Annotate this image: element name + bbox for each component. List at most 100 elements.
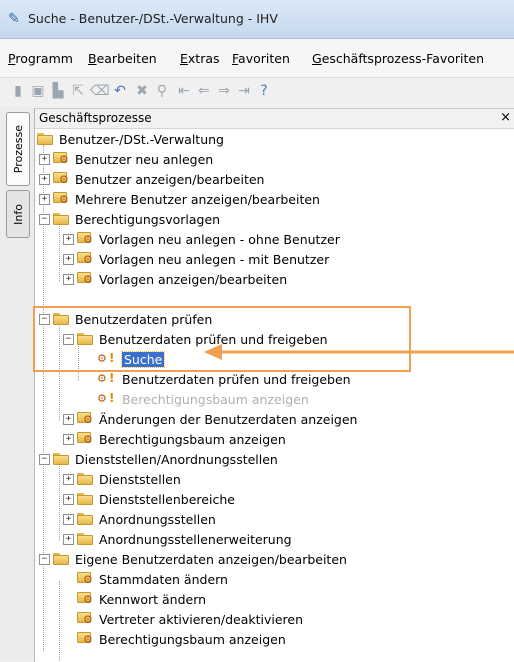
process-step-icon: ⚙! — [97, 351, 115, 365]
tree-node[interactable]: + Vorlagen neu anlegen - mit Benutzer — [63, 249, 329, 269]
forward-icon[interactable]: ⇒ — [216, 83, 232, 99]
tree-label: Berechtigungsbaum anzeigen — [99, 631, 286, 647]
search-icon[interactable]: ⚲ — [154, 83, 170, 99]
menu-bearbeiten[interactable]: Bearbeiten — [88, 51, 157, 66]
tree-node[interactable]: − Benutzerdaten prüfen und freigeben — [63, 329, 328, 349]
tree-label: Benutzer neu anlegen — [75, 151, 214, 167]
clear-icon[interactable]: ⌫ — [90, 83, 110, 99]
expand-icon[interactable]: + — [39, 173, 50, 185]
tree-node[interactable]: + Benutzer neu anlegen — [39, 149, 213, 169]
tree-label: Benutzerdaten prüfen und freigeben — [122, 371, 351, 387]
tree-node[interactable]: + Vorlagen neu anlegen - ohne Benutzer — [63, 229, 340, 249]
tree-label: Berechtigungsbaum anzeigen — [99, 431, 286, 447]
tree-node[interactable]: + Berechtigungsbaum anzeigen — [63, 429, 286, 449]
tree-node[interactable]: + Mehrere Benutzer anzeigen/bearbeiten — [39, 189, 320, 209]
process-step-icon: ⚙! — [97, 371, 115, 385]
tree-label: Vorlagen anzeigen/bearbeiten — [99, 271, 288, 287]
folder-icon — [77, 513, 94, 525]
menu-favoriten[interactable]: Favoriten — [232, 51, 290, 66]
menu-extras[interactable]: Extras — [180, 51, 220, 66]
tree-label: Dienststellen — [99, 471, 181, 487]
tab-prozesse[interactable]: Prozesse — [6, 112, 30, 186]
title-bar: ✎ Suche - Benutzer-/DSt.-Verwaltung - IH… — [0, 0, 514, 39]
delete-icon[interactable]: ✖ — [134, 83, 150, 99]
tree-label: Benutzer anzeigen/bearbeiten — [75, 171, 265, 187]
tree-label: Anordnungsstellenerweiterung — [99, 531, 292, 547]
tree-node[interactable]: Vertreter aktivieren/deaktivieren — [77, 609, 303, 629]
tree-node[interactable]: + Benutzer anzeigen/bearbeiten — [39, 169, 264, 189]
last-icon[interactable]: ⇥ — [236, 83, 252, 99]
back-icon[interactable]: ⇐ — [196, 83, 212, 99]
tree-node[interactable]: + Dienststellen — [63, 469, 181, 489]
process-folder-icon — [53, 152, 70, 166]
tree-node[interactable]: Kennwort ändern — [77, 589, 206, 609]
first-icon[interactable]: ⇤ — [176, 83, 192, 99]
tree-label: Kennwort ändern — [99, 591, 207, 607]
export-icon[interactable]: ⇱ — [70, 83, 86, 99]
process-folder-icon — [77, 632, 94, 646]
tree-label: Vorlagen neu anlegen - mit Benutzer — [99, 251, 330, 267]
new-icon[interactable]: ▮ — [10, 83, 26, 99]
panel-title: Geschäftsprozesse — [39, 111, 152, 125]
save-icon[interactable]: ▣ — [30, 83, 46, 99]
close-icon[interactable]: × — [500, 110, 511, 125]
tree-node-selected[interactable]: ⚙! Suche — [97, 349, 166, 369]
tree-label: Dienststellenbereiche — [99, 491, 235, 507]
collapse-icon[interactable]: − — [39, 553, 50, 565]
folder-open-icon — [53, 213, 70, 225]
tree-label: Benutzerdaten prüfen — [75, 311, 213, 327]
tree-node[interactable]: ⚙! Berechtigungsbaum anzeigen — [97, 389, 309, 409]
panel-header: Geschäftsprozesse × — [35, 109, 514, 129]
collapse-icon[interactable]: − — [39, 213, 50, 225]
tree-node[interactable]: − Berechtigungsvorlagen — [39, 209, 220, 229]
expand-icon[interactable]: + — [63, 233, 74, 245]
tree-label: Mehrere Benutzer anzeigen/bearbeiten — [75, 191, 320, 207]
expand-icon[interactable]: + — [39, 153, 50, 165]
tree-node[interactable]: + Anordnungsstellen — [63, 509, 216, 529]
collapse-icon[interactable]: − — [39, 453, 50, 465]
expand-icon[interactable]: + — [63, 493, 74, 505]
tree-label: Dienststellen/Anordnungsstellen — [75, 451, 278, 467]
tree-node[interactable]: ⚙! Benutzerdaten prüfen und freigeben — [97, 369, 351, 389]
expand-icon[interactable]: + — [63, 433, 74, 445]
expand-icon[interactable]: + — [63, 513, 74, 525]
tab-info[interactable]: Info — [6, 190, 30, 238]
process-panel: Geschäftsprozesse × Benutzer-/DSt.-Verwa… — [34, 108, 514, 662]
expand-icon[interactable]: + — [63, 473, 74, 485]
collapse-icon[interactable]: − — [39, 313, 50, 325]
expand-icon[interactable]: + — [63, 413, 74, 425]
tree-label: Anordnungsstellen — [99, 511, 216, 527]
folder-open-icon — [77, 333, 94, 345]
tree-node[interactable]: − Eigene Benutzerdaten anzeigen/bearbeit… — [39, 549, 347, 569]
window-title: Suche - Benutzer-/DSt.-Verwaltung - IHV — [28, 11, 278, 26]
tree-node[interactable]: + Anordnungsstellenerweiterung — [63, 529, 292, 549]
process-folder-icon — [77, 412, 94, 426]
print-icon[interactable]: ▙ — [50, 83, 66, 99]
tree-node[interactable]: + Änderungen der Benutzerdaten anzeigen — [63, 409, 357, 429]
side-tab-strip: Prozesse Info — [0, 106, 34, 661]
tree-node[interactable]: Benutzer-/DSt.-Verwaltung — [37, 129, 224, 149]
tree-node[interactable]: − Dienststellen/Anordnungsstellen — [39, 449, 278, 469]
expand-icon[interactable]: + — [39, 193, 50, 205]
menu-programm[interactable]: Programm — [8, 51, 73, 66]
tree-node[interactable]: Berechtigungsbaum anzeigen — [77, 629, 286, 649]
process-folder-icon — [77, 272, 94, 286]
tree-node[interactable]: + Vorlagen anzeigen/bearbeiten — [63, 269, 287, 289]
expand-icon[interactable]: + — [63, 273, 74, 285]
tree-node[interactable]: Stammdaten ändern — [77, 569, 228, 589]
tab-prozesse-label: Prozesse — [11, 124, 25, 174]
tree-node[interactable]: + Dienststellenbereiche — [63, 489, 235, 509]
collapse-icon[interactable]: − — [63, 333, 74, 345]
help-icon[interactable]: ? — [256, 83, 272, 99]
tree-node[interactable]: − Benutzerdaten prüfen — [39, 309, 212, 329]
menu-geschaeftsprozess-favoriten[interactable]: Geschäftsprozess-Favoriten — [312, 51, 484, 66]
undo-icon[interactable]: ↶ — [112, 83, 128, 99]
tree-label: Vorlagen neu anlegen - ohne Benutzer — [99, 231, 340, 247]
expand-icon[interactable]: + — [63, 253, 74, 265]
process-folder-icon — [77, 232, 94, 246]
tree-label: Berechtigungsbaum anzeigen — [122, 391, 309, 407]
process-step-icon: ⚙! — [97, 391, 115, 405]
expand-icon[interactable]: + — [63, 533, 74, 545]
tree-label-selected: Suche — [120, 350, 166, 368]
process-folder-icon — [77, 612, 94, 626]
